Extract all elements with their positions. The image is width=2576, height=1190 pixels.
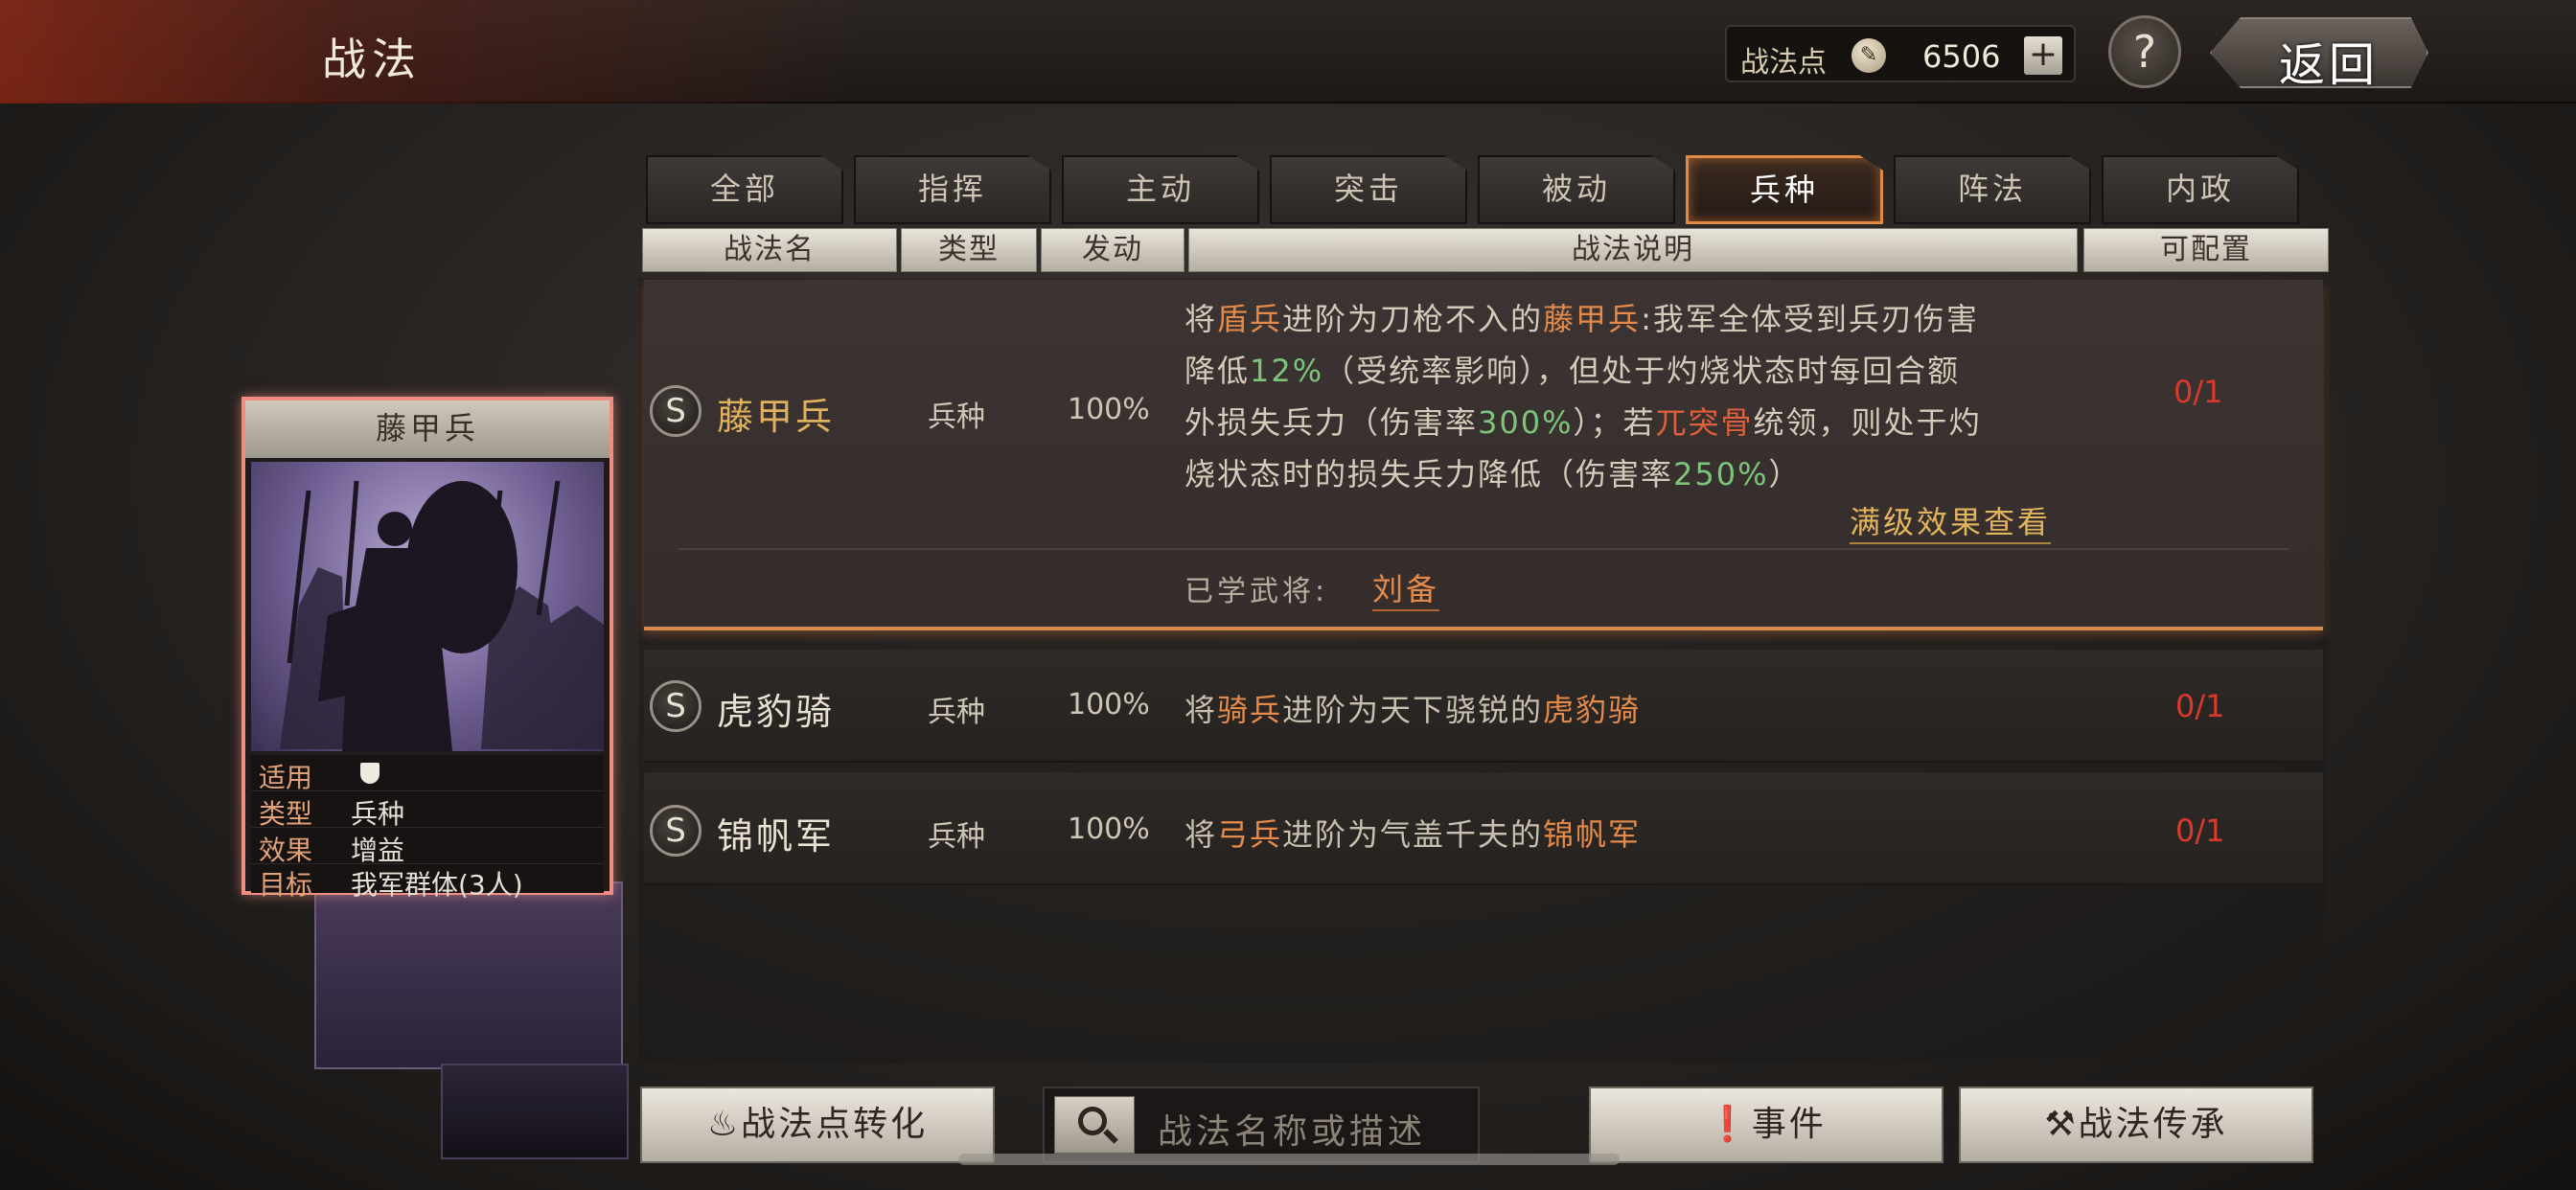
card-info-value: 我军群体(3人) [351,869,523,901]
skill-name: 锦帆军 [717,815,836,858]
skill-config-count: 0/1 [2175,812,2225,849]
inherit-button[interactable]: ⚒战法传承 [1959,1087,2313,1163]
warrior-silhouette-icon [280,480,604,751]
card-info-key: 类型 [259,798,313,830]
column-header-config[interactable]: 可配置 [2083,228,2329,272]
card-info-row: 目标 我军群体(3人) [251,862,604,901]
skill-config-count: 0/1 [2174,374,2223,410]
card-title: 藤甲兵 [245,400,610,458]
search-icon [1078,1107,1107,1135]
convert-points-button[interactable]: ♨战法点转化 [640,1087,995,1163]
max-effect-link[interactable]: 满级效果查看 [1850,498,2052,544]
card-info-key: 目标 [259,869,313,901]
convert-points-label: 战法点转化 [741,1105,929,1144]
search-input[interactable]: 战法名称或描述 [1043,1087,1480,1163]
skill-card-preview: 藤甲兵 适用 类型 兵种 效果 增益 目标 我军群体(3人) [242,397,613,901]
tab-troop-type[interactable]: 兵种 [1686,155,1883,224]
title-glow [0,0,862,103]
search-placeholder: 战法名称或描述 [1158,1112,1427,1152]
tactic-points-coin-icon: ✎ [1852,38,1886,73]
card-info-row: 类型 兵种 [251,791,604,830]
skill-description-line: 外损失兵力（伤害率300%）；若兀突骨统领，则处于灼 [1184,404,1982,441]
column-header-name[interactable]: 战法名 [642,228,897,272]
skill-description-line: 将弓兵进阶为气盖千夫的锦帆军 [1184,816,1642,853]
skill-description-line: 烧状态时的损失兵力降低（伤害率250%） [1184,456,1802,492]
page-title: 战法 [322,34,422,85]
card-artwork [251,462,604,751]
inherit-label: 战法传承 [2078,1105,2228,1144]
add-points-button[interactable]: + [2024,36,2062,75]
flame-icon: ♨ [706,1105,742,1144]
tab-assault[interactable]: 突击 [1270,155,1467,224]
card-stack-background [441,1064,629,1159]
skill-rate: 100% [1068,393,1150,426]
events-button[interactable]: ❗事件 [1589,1087,1944,1163]
card-info-row: 适用 [251,755,604,793]
alert-icon: ❗ [1706,1105,1752,1144]
row-divider [678,548,2288,550]
tactic-points-value: 6506 [1922,38,2001,75]
tab-all[interactable]: 全部 [646,155,843,224]
hammer-icon: ⚒ [2044,1105,2079,1144]
skill-type: 兵种 [928,400,985,434]
skill-name: 虎豹骑 [717,691,836,733]
card-stack-background [314,881,623,1069]
learned-general-link[interactable]: 刘备 [1372,565,1440,611]
top-bar: 战法 战法点 ✎ 6506 + ? 返回 [0,0,2576,103]
events-label: 事件 [1751,1105,1827,1144]
grade-s-badge: S [650,385,702,437]
skill-rate: 100% [1068,812,1150,846]
back-button[interactable]: 返回 [2210,17,2428,88]
back-button-label: 返回 [2279,38,2380,92]
skill-description-line: 降低12%（受统率影响），但处于灼烧状态时每回合额 [1184,353,1961,389]
column-header-description: 战法说明 [1188,228,2078,272]
card-info-row: 效果 增益 [251,828,604,866]
home-indicator [958,1154,1620,1165]
grade-s-badge: S [650,680,702,732]
skill-config-count: 0/1 [2175,688,2225,724]
shield-icon [360,763,380,784]
tab-active[interactable]: 主动 [1062,155,1259,224]
tactic-points-box: 战法点 ✎ 6506 + [1725,25,2076,82]
tab-passive[interactable]: 被动 [1478,155,1675,224]
card-info-table: 适用 类型 兵种 效果 增益 目标 我军群体(3人) [251,755,604,901]
skill-rate: 100% [1068,688,1150,721]
skill-name: 藤甲兵 [717,396,836,438]
card-info-key: 适用 [259,762,313,793]
skill-type: 兵种 [928,696,985,729]
card-info-value: 兵种 [351,798,405,830]
search-button[interactable] [1054,1096,1135,1154]
tactic-points-label: 战法点 [1740,46,1827,80]
column-header-type[interactable]: 类型 [901,228,1037,272]
tab-formation[interactable]: 阵法 [1894,155,2091,224]
tab-internal-affairs[interactable]: 内政 [2102,155,2299,224]
skill-type: 兵种 [928,820,985,854]
learned-generals-label: 已学武将: [1184,575,1329,608]
skill-description-line: 将盾兵进阶为刀枪不入的藤甲兵:我军全体受到兵刃伤害 [1184,301,1979,337]
column-header-trigger[interactable]: 发动 [1041,228,1184,272]
help-button[interactable]: ? [2108,15,2181,88]
tab-command[interactable]: 指挥 [854,155,1051,224]
grade-s-badge: S [650,805,702,857]
skill-description-line: 将骑兵进阶为天下骁锐的虎豹骑 [1184,692,1642,728]
